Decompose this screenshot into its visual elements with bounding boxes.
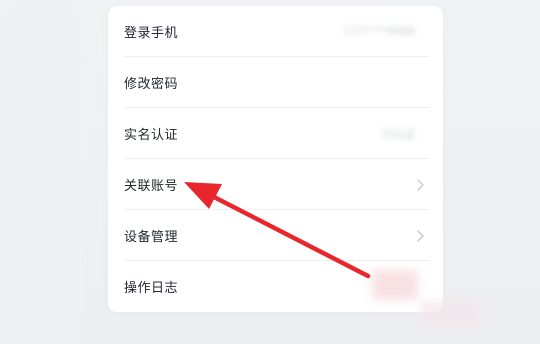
red-annotation-arrow (184, 182, 371, 279)
screen: 登录手机 177****9089 修改密码 实名认证 已认证 关联账号 设备管理… (0, 0, 540, 344)
